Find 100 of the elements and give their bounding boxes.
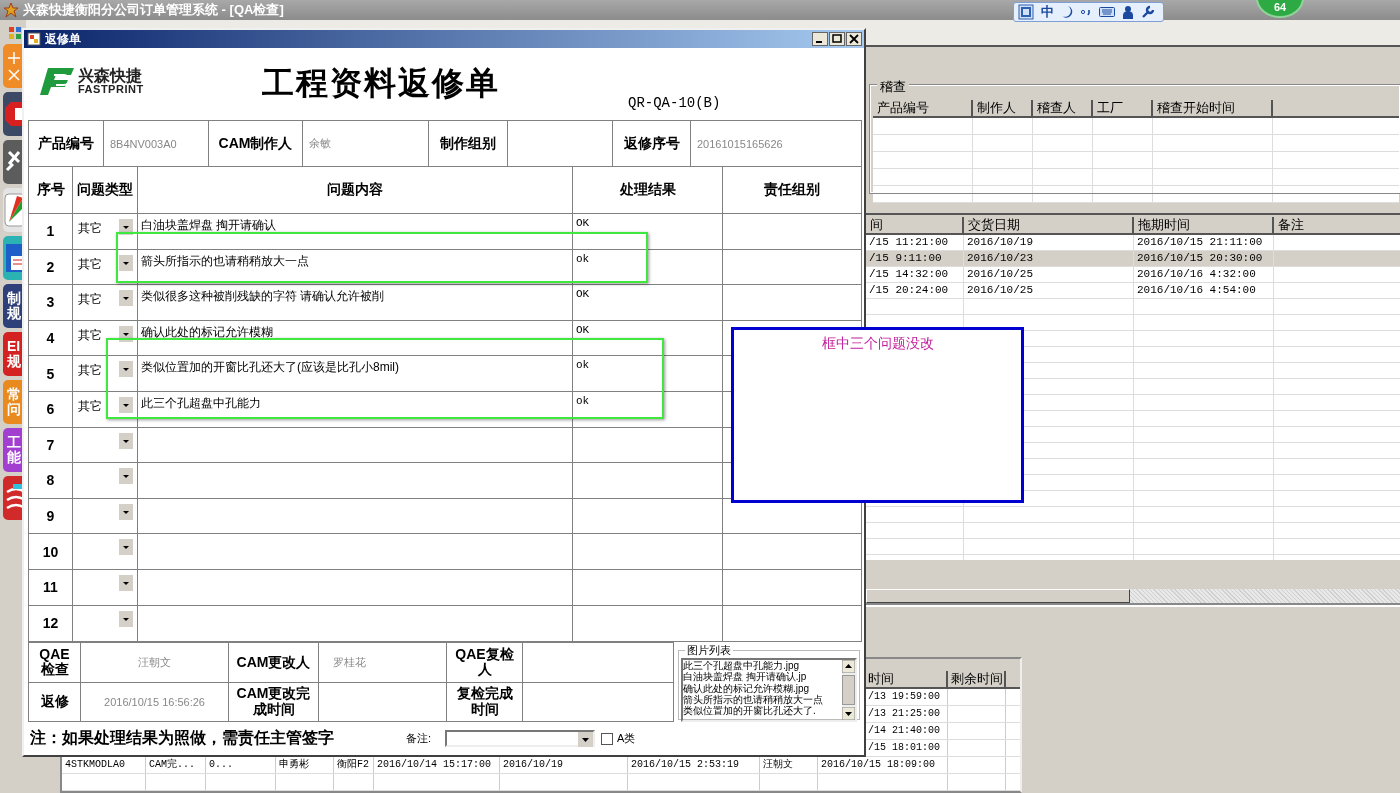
- table-cell: 0...: [209, 759, 233, 770]
- field-label: 制作组别: [440, 134, 496, 153]
- row-number: 11: [43, 579, 58, 596]
- wrench-icon[interactable]: [1141, 5, 1155, 19]
- box-icon[interactable]: [1018, 4, 1034, 20]
- grid-icon[interactable]: [8, 26, 22, 40]
- list-item[interactable]: 确认此处的标记允许模糊.jpg: [683, 682, 810, 694]
- field-label: CAM更改完成时间: [235, 686, 312, 718]
- column-header: 问题类型: [77, 181, 133, 199]
- field-value: 20161015165626: [697, 137, 783, 150]
- punctuation-icon[interactable]: [1080, 7, 1092, 17]
- company-name-latin: FASTPRINT: [78, 83, 144, 95]
- tile-icon[interactable]: [3, 140, 25, 184]
- column-header[interactable]: 拖期时间: [1134, 216, 1274, 233]
- star-icon: [3, 2, 19, 18]
- row-number: 12: [42, 615, 59, 632]
- dropdown-button[interactable]: [119, 574, 133, 591]
- maximize-button[interactable]: [829, 32, 845, 46]
- close-button[interactable]: [846, 32, 862, 46]
- result-value: ok: [576, 252, 590, 265]
- row-number: 8: [46, 472, 55, 489]
- window-icon: [27, 32, 41, 46]
- form-code: QR-QA-10(B): [628, 95, 721, 111]
- table-cell-text: /13 21:25:00: [868, 707, 940, 721]
- table-cell-text: /14 21:40:00: [868, 724, 940, 738]
- list-item[interactable]: 箭头所指示的也请稍稍放大一点: [683, 693, 823, 705]
- table-row[interactable]: /15 14:32:00 2016/10/25 2016/10/16 4:32:00: [866, 266, 1400, 283]
- table-cell: 2016/10/25: [967, 283, 1033, 296]
- group-title: 图片列表: [685, 643, 733, 659]
- table-cell: 4STKMODLA0: [65, 759, 125, 770]
- field-label: 返修序号: [623, 134, 680, 153]
- column-header[interactable]: 稽查人: [1033, 99, 1093, 116]
- column-header[interactable]: 产品编号: [873, 99, 973, 116]
- dropdown-button[interactable]: [119, 539, 133, 556]
- column-header[interactable]: 制作人: [973, 99, 1033, 116]
- row-number: 4: [46, 330, 55, 347]
- list-item[interactable]: 白油块盖焊盘 掏开请确认.jp: [683, 671, 807, 683]
- person-icon[interactable]: [1122, 5, 1134, 19]
- tile-icon[interactable]: [3, 44, 25, 88]
- dropdown-button[interactable]: [119, 432, 133, 449]
- table-cell: 汪朝文: [763, 759, 793, 770]
- result-value: OK: [576, 288, 590, 301]
- row-number: 10: [42, 543, 59, 560]
- dropdown-button[interactable]: [119, 290, 133, 307]
- row-number: 1: [46, 223, 55, 240]
- scrollbar-thumb[interactable]: [842, 675, 855, 706]
- tile-icon[interactable]: [3, 236, 25, 280]
- scroll-down-button[interactable]: [842, 707, 855, 721]
- column-header[interactable]: 工厂: [1093, 99, 1153, 116]
- checkbox-label[interactable]: A类: [617, 731, 636, 747]
- dialog-title: 返修单: [45, 30, 81, 48]
- dropdown-button[interactable]: [119, 361, 133, 378]
- list-item[interactable]: 类似位置加的开窗比孔还大了.: [683, 704, 816, 717]
- dropdown-button[interactable]: [119, 503, 133, 520]
- result-value: ok: [576, 394, 590, 407]
- table-cell: 2016/10/16 4:32:00: [1137, 267, 1256, 280]
- dropdown-button[interactable]: [119, 396, 133, 413]
- issue-description: 箭头所指示的也请稍稍放大一点: [141, 252, 309, 270]
- column-header[interactable]: 剩余时间: [951, 671, 1003, 686]
- issue-description: 白油块盖焊盘 掏开请确认: [141, 217, 277, 234]
- field-label: QAE复检人: [454, 647, 515, 678]
- field-label: CAM更改人: [236, 654, 311, 671]
- remark-label: 备注:: [406, 731, 432, 747]
- table-cell: CAM完...: [149, 759, 195, 770]
- tile-icon[interactable]: [3, 188, 25, 232]
- field-label: CAM制作人: [218, 134, 293, 153]
- remark-dropdown[interactable]: [445, 730, 596, 748]
- dropdown-button[interactable]: [119, 610, 133, 627]
- minimize-button[interactable]: [812, 32, 828, 46]
- issue-description: 类似位置加的开窗比孔还大了(应该是比孔小8mil): [141, 359, 399, 377]
- tile-icon[interactable]: [3, 92, 25, 136]
- input-mode-toggle[interactable]: 中: [1041, 3, 1054, 21]
- column-header: 问题内容: [327, 181, 383, 199]
- field-value: 汪朝文: [138, 654, 171, 670]
- issue-type-value: 其它: [78, 397, 102, 415]
- column-header[interactable]: 备注: [1274, 216, 1400, 233]
- caret-icon[interactable]: [578, 732, 594, 748]
- dropdown-button[interactable]: [119, 468, 133, 485]
- field-value: 余敏: [309, 136, 331, 151]
- scroll-up-button[interactable]: [842, 660, 855, 674]
- field-label: QAE检查: [38, 647, 71, 678]
- issue-description: 类似很多这种被削残缺的字符 请确认允许被削: [141, 288, 385, 306]
- nav-tile[interactable]: 制规: [3, 284, 25, 328]
- tile-icon[interactable]: [3, 476, 25, 520]
- column-header[interactable]: 稽查开始时间: [1153, 99, 1273, 116]
- table-cell: 2016/10/19: [503, 759, 563, 770]
- table-row[interactable]: /15 11:21:00 2016/10/19 2016/10/15 21:11:00: [866, 234, 1400, 251]
- column-header[interactable]: 时间: [868, 671, 894, 686]
- dropdown-button[interactable]: [119, 254, 133, 271]
- column-header[interactable]: 交货日期: [964, 216, 1134, 233]
- nav-tile[interactable]: EI规: [3, 332, 25, 376]
- list-item[interactable]: 此三个孔超盘中孔能力.jpg: [683, 660, 800, 672]
- keyboard-icon[interactable]: [1099, 7, 1115, 17]
- nav-tile[interactable]: 工能: [3, 428, 25, 472]
- row-number: 3: [46, 294, 55, 311]
- table-cell-text: /13 19:59:00: [868, 690, 940, 704]
- table-cell: 2016/10/23: [967, 251, 1033, 264]
- table-row[interactable]: /15 20:24:00 2016/10/25 2016/10/16 4:54:00: [866, 282, 1400, 299]
- checkbox[interactable]: [601, 732, 614, 745]
- issue-type-value: 其它: [78, 362, 102, 380]
